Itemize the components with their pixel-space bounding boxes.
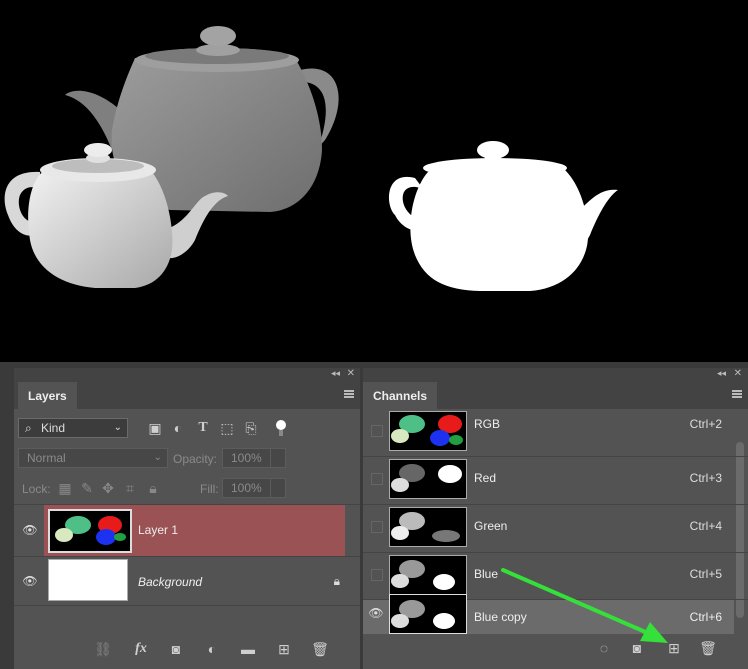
annotation-arrow [501, 568, 668, 643]
